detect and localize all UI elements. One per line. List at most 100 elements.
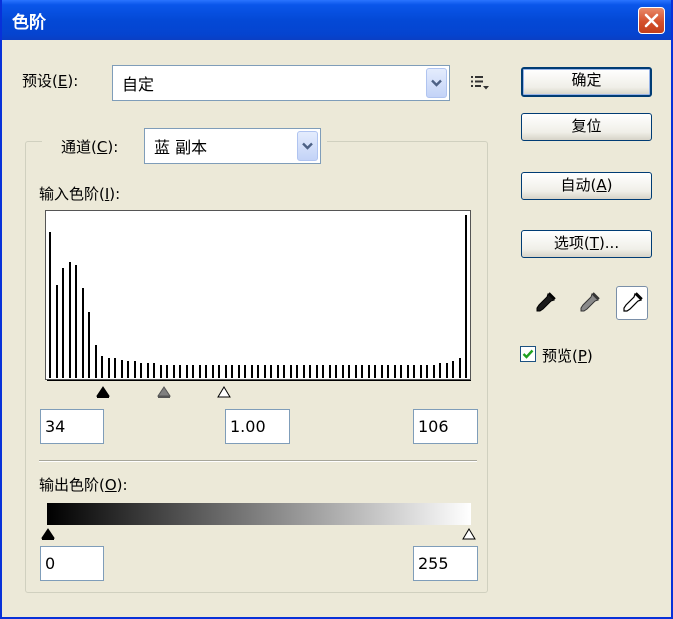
close-button[interactable] — [638, 7, 665, 34]
eyedropper-gray-icon — [580, 292, 600, 312]
input-gamma-slider[interactable] — [157, 384, 171, 402]
preset-mnemonic: E — [57, 72, 68, 90]
histogram-bar — [179, 365, 181, 378]
histogram-bar — [335, 365, 337, 378]
output-black-field[interactable]: 0 — [40, 546, 104, 581]
histogram-bar — [94, 345, 97, 378]
input-black-field[interactable]: 34 — [40, 409, 104, 444]
histogram-bar — [88, 312, 90, 378]
options-button-mnemonic: T — [589, 234, 599, 252]
preset-label-text: 预设( — [22, 72, 58, 90]
input-black-slider[interactable] — [96, 384, 110, 402]
histogram-bar — [283, 365, 285, 378]
section-divider — [39, 460, 477, 462]
histogram-bar — [348, 365, 350, 378]
histogram-bar — [445, 363, 448, 378]
gray-eyedropper-button[interactable] — [573, 286, 605, 320]
black-point-triangle-icon — [41, 528, 55, 540]
histogram-baseline — [47, 380, 471, 381]
black-eyedropper-button[interactable] — [529, 286, 561, 320]
histogram-bar — [380, 365, 383, 378]
input-gamma-field[interactable]: 1.00 — [225, 409, 290, 444]
histogram-bar — [374, 365, 376, 378]
histogram-bar — [309, 365, 311, 378]
histogram-bar — [452, 361, 454, 378]
histogram-bar — [166, 365, 168, 378]
preset-options-menu[interactable] — [470, 74, 490, 92]
white-eyedropper-button[interactable] — [616, 286, 648, 320]
white-point-triangle-icon — [217, 386, 231, 398]
channel-mnemonic: C — [96, 138, 108, 156]
channel-select[interactable]: 蓝 副本 — [144, 128, 321, 164]
histogram-bar — [328, 365, 331, 378]
preset-select[interactable]: 自定 — [112, 65, 450, 101]
histogram-bar — [361, 365, 363, 378]
preview-checkbox[interactable] — [520, 346, 536, 362]
histogram-bar — [432, 365, 435, 378]
input-levels-label-text: 输入色阶( — [39, 185, 105, 203]
output-levels-label: 输出色阶(O): — [39, 474, 128, 495]
gamma-triangle-icon — [157, 386, 171, 398]
list-menu-icon — [471, 76, 489, 90]
preset-dropdown-button[interactable] — [426, 68, 447, 98]
histogram-bar — [224, 365, 227, 378]
histogram-bar — [49, 232, 51, 378]
histogram-bar — [367, 365, 370, 378]
white-point-triangle-icon — [462, 528, 476, 540]
histogram-bar — [198, 365, 201, 378]
histogram-bar — [465, 215, 467, 378]
histogram-bar — [68, 262, 71, 378]
output-black-slider[interactable] — [41, 526, 55, 544]
reset-button[interactable]: 复位 — [521, 113, 652, 141]
options-button-suffix: )... — [598, 234, 620, 252]
histogram-bar — [354, 365, 357, 378]
histogram-bar — [419, 365, 422, 378]
histogram-bar — [55, 285, 58, 378]
histogram-bar — [296, 365, 298, 378]
output-levels-label-suffix: ): — [116, 476, 128, 494]
histogram-bar — [387, 365, 389, 378]
input-white-field[interactable]: 106 — [413, 409, 478, 444]
histogram-bar — [276, 365, 279, 378]
black-point-triangle-icon — [96, 386, 110, 398]
histogram-bar — [439, 363, 441, 378]
ok-button[interactable]: 确定 — [521, 67, 652, 97]
histogram-bar — [81, 288, 84, 378]
channel-label-suffix: ): — [107, 138, 119, 156]
histogram-bar — [185, 365, 188, 378]
histogram-bar — [153, 363, 155, 378]
preset-label: 预设(E): — [22, 70, 78, 91]
histogram-bar — [406, 365, 409, 378]
input-white-slider[interactable] — [217, 384, 231, 402]
histogram-bar — [250, 365, 253, 378]
levels-dialog: 色阶 预设(E): 自定 确定 复位 自动(A) 选项(T)... 预览(P) … — [0, 0, 673, 619]
histogram-bar — [322, 365, 324, 378]
histogram-bar — [413, 365, 415, 378]
auto-button-mnemonic: A — [596, 176, 607, 194]
title-bar[interactable]: 色阶 — [2, 0, 671, 40]
histogram-bar — [62, 268, 64, 378]
histogram-bar — [205, 365, 207, 378]
channel-label: 通道(C): — [61, 136, 118, 157]
checkmark-icon — [522, 349, 534, 359]
histogram — [45, 210, 471, 380]
histogram-bar — [393, 365, 396, 378]
histogram-bar — [192, 365, 194, 378]
chevron-down-icon — [302, 142, 313, 150]
histogram-bar — [426, 365, 428, 378]
auto-button[interactable]: 自动(A) — [521, 172, 652, 200]
output-white-field[interactable]: 255 — [413, 546, 478, 581]
channel-label-text: 通道( — [61, 138, 97, 156]
output-gradient-bar — [47, 503, 471, 525]
preview-label[interactable]: 预览(P) — [542, 345, 593, 366]
channel-dropdown-button[interactable] — [297, 131, 318, 161]
options-button[interactable]: 选项(T)... — [521, 230, 652, 258]
preset-label-suffix: ): — [67, 72, 79, 90]
output-white-slider[interactable] — [462, 526, 476, 544]
histogram-bar — [341, 365, 344, 378]
auto-button-label: 自动( — [560, 176, 597, 194]
histogram-bar — [75, 265, 77, 378]
histogram-bar — [270, 365, 272, 378]
eyedropper-black-icon — [536, 292, 556, 312]
input-levels-label-suffix: ): — [109, 185, 121, 203]
